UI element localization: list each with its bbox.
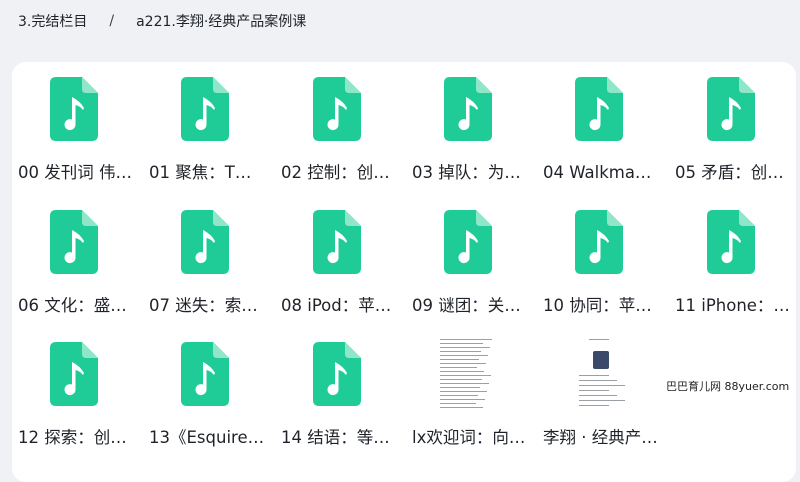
audio-file-icon [313, 210, 361, 274]
file-name: 12 探索：创… [18, 428, 127, 447]
file-name: 04 Walkma… [543, 163, 652, 182]
file-item[interactable]: 02 控制：创… [275, 62, 395, 190]
file-name: 06 文化：盛… [18, 296, 127, 315]
audio-file-icon [181, 342, 229, 406]
file-item[interactable]: 09 谜团：关… [406, 195, 526, 323]
audio-file-icon [707, 210, 755, 274]
file-item[interactable]: 03 掉队：为… [406, 62, 526, 190]
file-name: 13《Esquire… [149, 428, 265, 447]
audio-file-icon [181, 77, 229, 141]
audio-file-icon [444, 77, 492, 141]
file-name: lx欢迎词：向… [412, 428, 526, 447]
file-name: 00 发刊词 伟… [18, 163, 132, 182]
file-name: 14 结语：等… [281, 428, 390, 447]
file-item[interactable]: 00 发刊词 伟… [12, 62, 132, 190]
file-item[interactable]: 李翔 · 经典产… [537, 327, 658, 455]
file-item[interactable]: 01 聚焦：T… [143, 62, 263, 190]
breadcrumb: 3.完结栏目 / a221.李翔·经典产品案例课 [18, 10, 306, 32]
file-name: 11 iPhone：… [675, 296, 790, 315]
file-name: 05 矛盾：创… [675, 163, 784, 182]
file-item[interactable]: 07 迷失：索… [143, 195, 263, 323]
file-item[interactable]: 04 Walkma… [537, 62, 657, 190]
audio-file-icon [313, 77, 361, 141]
audio-file-icon [707, 77, 755, 141]
audio-file-icon [50, 210, 98, 274]
audio-file-icon [575, 77, 623, 141]
audio-file-icon [50, 342, 98, 406]
file-item[interactable]: 14 结语：等… [275, 327, 395, 455]
breadcrumb-separator: / [109, 13, 115, 29]
breadcrumb-current: a221.李翔·经典产品案例课 [136, 14, 307, 30]
audio-file-icon [444, 210, 492, 274]
document-thumbnail-with-photo [567, 337, 631, 417]
file-name: 03 掉队：为… [412, 163, 521, 182]
file-name: 10 协同：苹… [543, 296, 652, 315]
file-name: 李翔 · 经典产… [543, 428, 658, 447]
file-name: 07 迷失：索… [149, 296, 258, 315]
file-name: 02 控制：创… [281, 163, 390, 182]
file-name: 08 iPod：苹… [281, 296, 392, 315]
watermark: 巴巴育儿网 88yuer.com [662, 376, 796, 396]
file-item[interactable]: 13《Esquire… [143, 327, 264, 455]
audio-file-icon [575, 210, 623, 274]
file-item[interactable]: 12 探索：创… [12, 327, 132, 455]
audio-file-icon [50, 77, 98, 141]
file-name: 09 谜团：关… [412, 296, 521, 315]
file-item[interactable]: 11 iPhone：… [669, 195, 790, 323]
audio-file-icon [313, 342, 361, 406]
breadcrumb-parent[interactable]: 3.完结栏目 [18, 11, 87, 31]
file-item[interactable]: 05 矛盾：创… [669, 62, 789, 190]
file-item[interactable]: lx欢迎词：向… [406, 327, 526, 455]
file-item[interactable]: 08 iPod：苹… [275, 195, 395, 323]
file-item[interactable]: 06 文化：盛… [12, 195, 132, 323]
document-thumbnail [436, 337, 500, 417]
file-name: 01 聚焦：T… [149, 163, 252, 182]
audio-file-icon [181, 210, 229, 274]
file-item[interactable]: 10 协同：苹… [537, 195, 657, 323]
